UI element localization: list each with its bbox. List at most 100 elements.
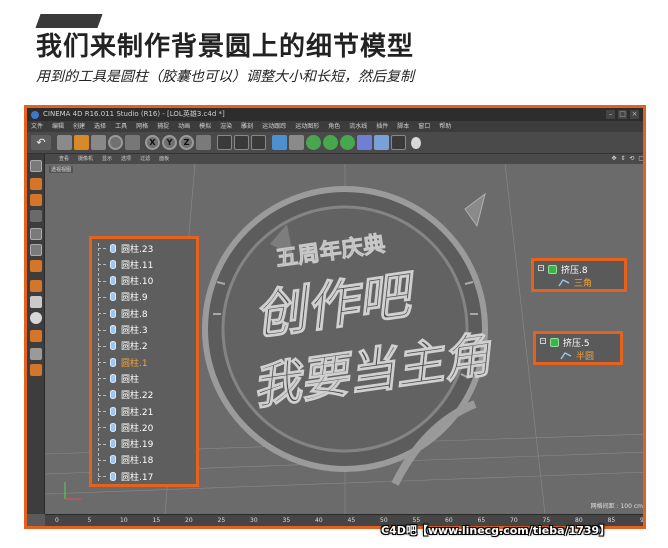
tweak-mode-icon[interactable] [30,296,42,308]
menu-item[interactable]: 编辑 [52,121,64,132]
tree-tick [98,411,106,412]
y-axis-button[interactable]: Y [162,135,177,150]
points-mode-icon[interactable] [30,228,42,240]
timeline-tick: 30 [250,517,258,524]
viewport-nav-icons[interactable]: ✥ ⇕ ⟲ ▢ [612,154,643,164]
scale-tool-icon[interactable] [91,135,106,150]
axis-mode-icon[interactable] [30,280,42,292]
menu-item[interactable]: 窗口 [418,121,430,132]
cube-object-icon[interactable] [272,135,287,150]
outliner-item-label: 圆柱.22 [121,391,154,402]
live-select-icon[interactable] [57,135,72,150]
menu-item[interactable]: 运动图形 [295,121,319,132]
outliner-item[interactable]: 圆柱.22 [98,388,154,402]
menu-item[interactable]: 脚本 [397,121,409,132]
light-icon[interactable] [411,137,421,149]
menu-item[interactable]: 网格 [136,121,148,132]
outliner-item[interactable]: 圆柱.1 [98,355,148,369]
extrude-child-row[interactable]: 半圆 [560,349,594,362]
snap-icon[interactable] [30,312,42,324]
outliner-item[interactable]: 圆柱.21 [98,404,153,418]
undo-icon[interactable]: ↶ [31,135,51,150]
timeline-tick: 0 [55,517,59,524]
cylinder-icon [110,422,116,432]
menu-item[interactable]: 创建 [73,121,85,132]
floor-icon[interactable] [357,135,372,150]
extrude-parent-row[interactable]: 挤压.8 [548,263,588,276]
model-mode-icon[interactable] [30,178,42,190]
menu-item[interactable]: 模拟 [199,121,211,132]
menu-item[interactable]: 捕捉 [157,121,169,132]
render-picture-viewer-icon[interactable] [234,135,249,150]
render-settings-icon[interactable] [251,135,266,150]
make-editable-icon[interactable] [30,160,42,172]
cylinder-icon [110,276,116,286]
recent-tool-icon[interactable] [125,135,140,150]
outliner-item[interactable]: 圆柱.20 [98,420,154,434]
outliner-item[interactable]: 圆柱.3 [98,323,148,337]
vp-menu-panel[interactable]: 面板 [159,154,169,164]
outliner-item[interactable]: 圆柱.18 [98,453,153,467]
magnet-icon[interactable] [30,330,42,342]
vp-menu-filter[interactable]: 过滤 [140,154,150,164]
menu-item[interactable]: 流水线 [349,121,367,132]
subdivision-icon[interactable] [306,135,321,150]
menu-item[interactable]: 渲染 [220,121,232,132]
workplane-icon[interactable] [30,210,42,222]
menu-item[interactable]: 工具 [115,121,127,132]
vp-menu-display[interactable]: 显示 [102,154,112,164]
menu-item[interactable]: 运动跟踪 [262,121,286,132]
cylinder-icon [110,373,116,383]
outliner-item[interactable]: 圆柱.8 [98,306,148,320]
spline-pen-icon[interactable] [289,135,304,150]
array-icon[interactable] [323,135,338,150]
minimize-icon[interactable]: – [606,110,615,119]
polygons-mode-icon[interactable] [30,260,42,272]
x-axis-button[interactable]: X [145,135,160,150]
vp-menu-options[interactable]: 选项 [121,154,131,164]
workplane-mode-icon[interactable] [30,364,42,376]
tree-expand-icon[interactable]: − [540,338,546,344]
menu-item[interactable]: 选择 [94,121,106,132]
outliner-item[interactable]: 圆柱.19 [98,437,153,451]
move-tool-icon[interactable] [74,135,89,150]
lock-workplane-icon[interactable] [30,348,42,360]
menu-item[interactable]: 插件 [376,121,388,132]
window-title-bar: CINEMA 4D R16.011 Studio (R16) - [LOL英雄3… [27,108,643,121]
menu-item[interactable]: 文件 [31,121,43,132]
outliner-item[interactable]: 圆柱.9 [98,290,148,304]
rotate-tool-icon[interactable] [108,135,123,150]
bend-deformer-icon[interactable] [340,135,355,150]
outliner-item[interactable]: 圆柱.2 [98,339,148,353]
edges-mode-icon[interactable] [30,244,42,256]
menu-item[interactable]: 动画 [178,121,190,132]
z-axis-button[interactable]: Z [179,135,194,150]
environment-icon[interactable] [374,135,389,150]
maximize-icon[interactable]: □ [618,110,627,119]
menu-item[interactable]: 角色 [328,121,340,132]
outliner-item[interactable]: 圆柱 [98,371,139,385]
outliner-item-label: 圆柱.20 [121,423,154,434]
outliner-item-label: 圆柱.3 [121,326,148,336]
outliner-item[interactable]: 圆柱.10 [98,274,153,288]
tree-tick [98,280,106,282]
outliner-item[interactable]: 圆柱.17 [98,469,153,483]
vp-menu-cameras[interactable]: 摄像机 [78,154,93,164]
render-view-icon[interactable] [217,135,232,150]
tree-expand-icon[interactable]: − [538,265,544,271]
texture-mode-icon[interactable] [30,194,42,206]
extrude-parent-row[interactable]: 挤压.5 [550,336,590,349]
outliner-item[interactable]: 圆柱.11 [98,257,153,271]
timeline-tick: 5 [87,517,92,524]
cylinder-icon [110,439,116,449]
coordinate-system-icon[interactable] [196,135,211,150]
cylinder-icon [110,341,116,351]
close-icon[interactable]: × [630,110,639,119]
outliner-item[interactable]: 圆柱.23 [98,241,153,255]
menu-item[interactable]: 帮助 [439,121,451,132]
extrude-child-row[interactable]: 三角 [558,276,592,289]
menu-item[interactable]: 雕刻 [241,121,253,132]
camera-icon[interactable] [391,135,406,150]
vp-menu-view[interactable]: 查看 [59,154,69,164]
tree-tick [98,345,106,347]
